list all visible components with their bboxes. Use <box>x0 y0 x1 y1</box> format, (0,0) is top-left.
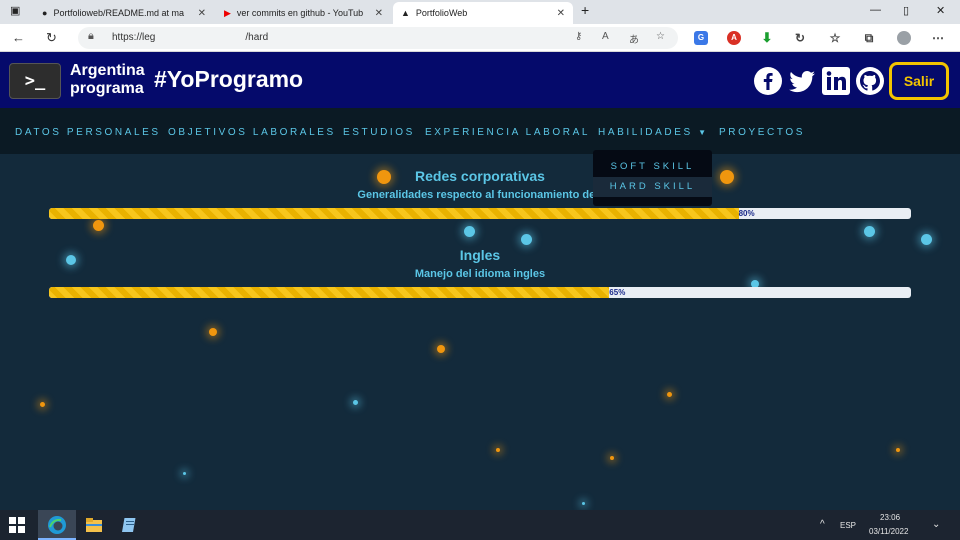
nav-proyectos[interactable]: PROYECTOS <box>719 127 805 138</box>
nav-habilidades-label: HABILIDADES <box>598 127 693 138</box>
particle <box>896 448 900 452</box>
dropdown-item-soft-skill[interactable]: SOFT SKILL <box>593 157 712 177</box>
linkedin-icon[interactable] <box>821 66 851 96</box>
tab-youtube[interactable]: ▶ ver commits en github - YouTub ✕ <box>216 2 391 24</box>
profile-avatar[interactable] <box>897 31 911 45</box>
browser-tab-bar: ▣ ● Portfolioweb/README.md at ma ✕ ▶ ver… <box>0 0 960 24</box>
tab-github[interactable]: ● Portfolioweb/README.md at ma ✕ <box>34 2 214 24</box>
notepad-icon[interactable] <box>120 515 140 535</box>
progress-bar: 65% <box>49 287 911 298</box>
particle <box>209 328 217 336</box>
close-icon[interactable]: ✕ <box>375 8 383 19</box>
read-aloud-icon[interactable]: A <box>602 31 609 42</box>
particle <box>353 400 358 405</box>
show-hidden-icons-icon[interactable]: ^ <box>820 519 825 530</box>
github-icon[interactable] <box>855 66 885 96</box>
new-tab-button[interactable]: + <box>581 2 589 18</box>
progress-fill <box>49 287 610 298</box>
url-text: https://leg/hard <box>112 32 269 43</box>
facebook-icon[interactable] <box>753 66 783 96</box>
download-extension-icon[interactable]: ⬇ <box>760 31 774 45</box>
translate-icon[interactable]: あ <box>629 31 639 46</box>
key-icon[interactable]: ⚷ <box>575 31 582 42</box>
adblock-icon[interactable]: A <box>727 31 741 45</box>
terminal-logo-icon: >_ <box>9 63 61 99</box>
url-field[interactable]: 🔒︎ https://leg/hard ⚷ A あ ☆ <box>78 27 678 49</box>
refresh-button[interactable]: ↻ <box>46 30 57 46</box>
progress-bar: 80% <box>49 208 911 219</box>
windows-start-icon[interactable] <box>8 516 26 534</box>
particle <box>921 234 932 245</box>
tab-portfolioweb[interactable]: ▲ PortfolioWeb ✕ <box>393 2 573 24</box>
language-indicator[interactable]: ESP <box>840 521 856 530</box>
hashtag-title: #YoProgramo <box>154 66 304 92</box>
tab-title: Portfolioweb/README.md at ma <box>53 8 184 18</box>
windows-taskbar: ^ ESP 23:06 03/11/2022 ⌄ <box>0 510 960 540</box>
dropdown-item-hard-skill[interactable]: HARD SKILL <box>593 177 712 197</box>
logout-button[interactable]: Salir <box>889 62 949 100</box>
particle <box>464 226 475 237</box>
sync-icon[interactable]: ↻ <box>793 31 807 45</box>
nav-datos-personales[interactable]: DATOS PERSONALES <box>15 127 161 138</box>
tab-title: PortfolioWeb <box>415 8 468 18</box>
youtube-icon: ▶ <box>224 7 231 18</box>
collections-icon[interactable]: ⧉ <box>862 31 876 45</box>
particle <box>183 472 186 475</box>
nav-estudios[interactable]: ESTUDIOS <box>343 127 415 138</box>
brand-line-1: Argentina <box>70 62 145 79</box>
close-icon[interactable]: ✕ <box>198 8 206 19</box>
main-nav: DATOS PERSONALES OBJETIVOS LABORALES EST… <box>0 108 960 154</box>
habilidades-dropdown: SOFT SKILL HARD SKILL <box>593 150 712 206</box>
brand-name: Argentina programa <box>70 62 145 98</box>
particle <box>521 234 532 245</box>
favorites-icon[interactable]: ☆ <box>828 31 842 45</box>
nav-habilidades[interactable]: HABILIDADES ▼ <box>598 127 706 138</box>
tab-actions-icon[interactable]: ▣ <box>10 4 20 17</box>
particle <box>496 448 500 452</box>
minimize-button[interactable]: — <box>870 4 881 16</box>
angular-icon: ▲ <box>401 8 410 18</box>
particle <box>40 402 45 407</box>
particle <box>93 220 104 231</box>
tab-title: ver commits en github - YouTub <box>236 8 364 18</box>
address-bar: ← ↻ 🔒︎ https://leg/hard ⚷ A あ ☆ G A ⬇ ↻ … <box>0 24 960 52</box>
restore-button[interactable]: ▯ <box>903 4 909 17</box>
lock-icon: 🔒︎ <box>88 30 94 42</box>
back-button[interactable]: ← <box>12 30 25 45</box>
particle <box>437 345 445 353</box>
nav-objetivos-laborales[interactable]: OBJETIVOS LABORALES <box>168 127 336 138</box>
skill-title: Ingles <box>459 247 501 263</box>
progress-percent: 65% <box>609 288 626 297</box>
site-header: >_ Argentina programa #YoProgramo Salir <box>0 52 960 108</box>
particle <box>610 456 614 460</box>
taskbar-item-edge[interactable] <box>38 510 76 540</box>
skill-subtitle: Generalidades respecto al funcionamiento… <box>357 189 603 201</box>
clock-time[interactable]: 23:06 <box>880 513 900 522</box>
progress-percent: 80% <box>738 209 755 218</box>
skill-subtitle: Manejo del idioma ingles <box>414 268 546 280</box>
caret-down-icon: ▼ <box>698 128 707 137</box>
web-page: >_ Argentina programa #YoProgramo Salir … <box>0 52 960 510</box>
particle <box>864 226 875 237</box>
nav-experiencia-laboral[interactable]: EXPERIENCIA LABORAL <box>425 127 590 138</box>
brand-line-2: programa <box>70 80 144 97</box>
file-explorer-icon[interactable] <box>84 515 104 535</box>
edge-icon <box>48 516 66 534</box>
skill-title: Redes corporativas <box>415 168 545 184</box>
progress-fill <box>49 208 739 219</box>
close-window-button[interactable]: ✕ <box>936 4 945 17</box>
favorite-add-icon[interactable]: ☆ <box>656 31 665 42</box>
clock-date[interactable]: 03/11/2022 <box>869 527 908 536</box>
more-options-icon[interactable]: ⋯ <box>931 31 945 45</box>
github-icon: ● <box>42 8 48 18</box>
particle <box>582 502 585 505</box>
particle <box>667 392 672 397</box>
notifications-icon[interactable]: ⌄ <box>932 519 940 530</box>
twitter-icon[interactable] <box>787 66 817 96</box>
translate-extension-icon[interactable]: G <box>694 31 708 45</box>
close-icon[interactable]: ✕ <box>557 8 565 19</box>
